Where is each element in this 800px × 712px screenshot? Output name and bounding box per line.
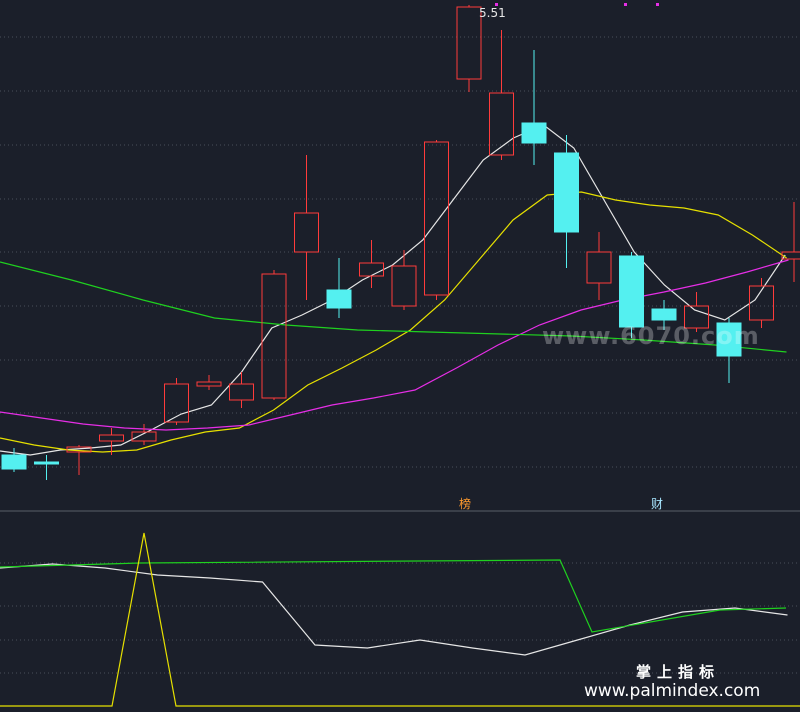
candle-body xyxy=(586,251,612,284)
candle-body xyxy=(359,262,384,277)
candle-body xyxy=(99,434,124,442)
watermark-mid: www.6070.com xyxy=(542,322,760,350)
ma-white-line xyxy=(0,124,786,456)
candle-body xyxy=(489,92,514,156)
top-marker xyxy=(656,3,659,6)
candle-body xyxy=(196,381,222,387)
candle-body xyxy=(651,308,677,321)
top-marker xyxy=(624,3,627,6)
candle-body xyxy=(294,212,319,253)
candle-body xyxy=(554,152,579,233)
watermark-cn: 掌上指标 xyxy=(636,663,720,681)
candle-body xyxy=(34,461,59,465)
chart-root: 5.51 榜 财 www.6070.com 掌上指标 www.palmindex… xyxy=(0,0,800,712)
marker-cai: 财 xyxy=(651,497,663,511)
watermark-url: www.palmindex.com xyxy=(584,681,760,701)
candles xyxy=(1,5,800,480)
marker-bang: 榜 xyxy=(459,496,471,511)
candle-body xyxy=(619,255,644,328)
high-price-label: 5.51 xyxy=(479,6,506,20)
candle-body xyxy=(326,289,352,309)
candle-body xyxy=(391,265,417,307)
candle-body xyxy=(521,122,547,144)
moving-average-lines xyxy=(0,124,789,456)
sub-green-line xyxy=(0,559,787,633)
gridlines xyxy=(0,36,800,674)
sub-white-line xyxy=(0,563,788,656)
candle-body xyxy=(229,383,254,401)
candle-body xyxy=(456,6,482,80)
candle-body xyxy=(1,454,27,470)
sub-indicator-panel xyxy=(0,3,800,707)
candlestick-chart: 5.51 榜 财 www.6070.com 掌上指标 www.palmindex… xyxy=(0,3,800,707)
candle-body xyxy=(424,141,449,296)
